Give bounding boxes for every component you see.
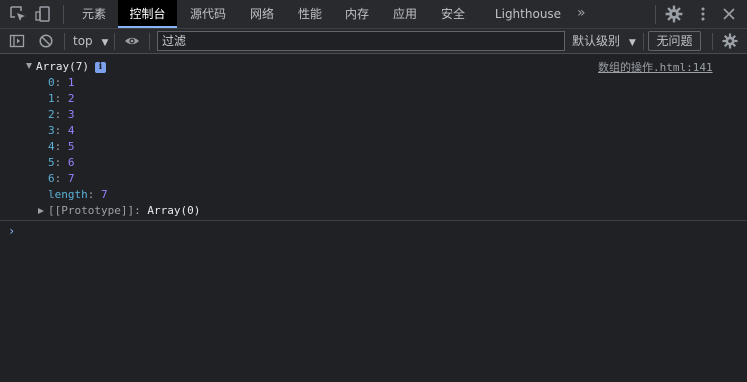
toolbar-divider [643,33,644,50]
expand-triangle-icon[interactable] [26,63,32,69]
tab-bar-divider [655,5,656,24]
tab-performance[interactable]: 性能 [288,0,332,28]
kebab-menu-icon[interactable] [694,5,712,23]
toolbar-divider [64,33,65,50]
settings-gear-icon[interactable] [665,5,683,23]
array-item: 2: 3 [48,108,75,121]
levels-label: 默认级别 [572,34,621,48]
tab-memory[interactable]: 内存 [335,0,379,28]
sidebar-toggle-icon[interactable] [9,33,25,49]
array-summary-label: Array(7) [36,60,89,73]
device-toolbar-icon[interactable] [34,5,52,23]
tab-application[interactable]: 应用 [383,0,427,28]
tab-sources[interactable]: 源代码 [179,0,237,28]
collapse-triangle-icon[interactable] [38,208,44,214]
array-item: 6: 7 [48,172,75,185]
source-link[interactable]: 数组的操作.html:141 [598,59,713,75]
console-entry-divider [0,220,747,221]
chevron-down-icon: ▼ [628,38,636,48]
console-settings-gear-icon[interactable] [722,33,738,49]
item-value: 1 [67,76,75,89]
array-item: 3: 4 [48,124,75,137]
array-item: 4: 5 [48,140,75,153]
context-selector[interactable]: top ▼ [73,29,108,53]
item-value: 3 [67,108,75,121]
inspect-element-icon[interactable] [9,5,27,23]
info-icon[interactable]: i [94,62,106,73]
console-toolbar: top ▼ 默认级别 ▼ 无问题 [0,29,747,54]
item-key: 2 [48,108,55,121]
prompt-chevron-icon: › [8,224,16,238]
length-value: 7 [101,188,108,201]
array-item: 1: 2 [48,92,75,105]
clear-console-icon[interactable] [38,33,54,49]
item-key: 3 [48,124,55,137]
filter-input[interactable] [157,31,565,51]
console-prompt[interactable]: › [8,224,15,238]
array-length: length: 7 [48,188,108,201]
more-tabs-button[interactable]: » [577,0,586,28]
prototype-key: [[Prototype]] [48,204,135,217]
item-value: 5 [67,140,75,153]
item-value: 7 [67,172,75,185]
prototype-row[interactable]: [[Prototype]]: Array(0) [38,203,200,219]
console-output: 数组的操作.html:141 Array(7) i 0: 1 1: 2 2: 3 … [0,55,747,382]
toolbar-divider [149,33,150,50]
close-icon[interactable] [720,5,738,23]
chevron-down-icon: ▼ [101,38,109,48]
item-key: 0 [48,76,55,89]
tab-console[interactable]: 控制台 [118,0,177,28]
array-item: 0: 1 [48,76,75,89]
tab-bar-divider [63,5,64,24]
devtools-tab-bar: 元素 控制台 源代码 网络 性能 内存 应用 安全 Lighthouse » [0,0,747,29]
context-label: top [73,34,93,48]
item-value: 6 [67,156,75,169]
toolbar-divider [114,33,115,50]
tab-lighthouse[interactable]: Lighthouse [490,0,566,28]
prototype-value: Array(0) [147,204,201,217]
item-key: 1 [48,92,55,105]
item-key: 4 [48,140,55,153]
tab-elements[interactable]: 元素 [72,0,116,28]
length-key: length [48,188,88,201]
issues-button[interactable]: 无问题 [648,31,701,51]
item-key: 5 [48,156,55,169]
item-value: 4 [67,124,75,137]
tab-network[interactable]: 网络 [240,0,284,28]
tab-security[interactable]: 安全 [431,0,475,28]
log-levels-dropdown[interactable]: 默认级别 ▼ [572,29,636,53]
toolbar-divider [712,33,713,50]
item-value: 2 [67,92,75,105]
item-key: 6 [48,172,55,185]
array-summary[interactable]: Array(7) i [26,59,106,75]
array-item: 5: 6 [48,156,75,169]
live-expression-eye-icon[interactable] [124,33,140,49]
